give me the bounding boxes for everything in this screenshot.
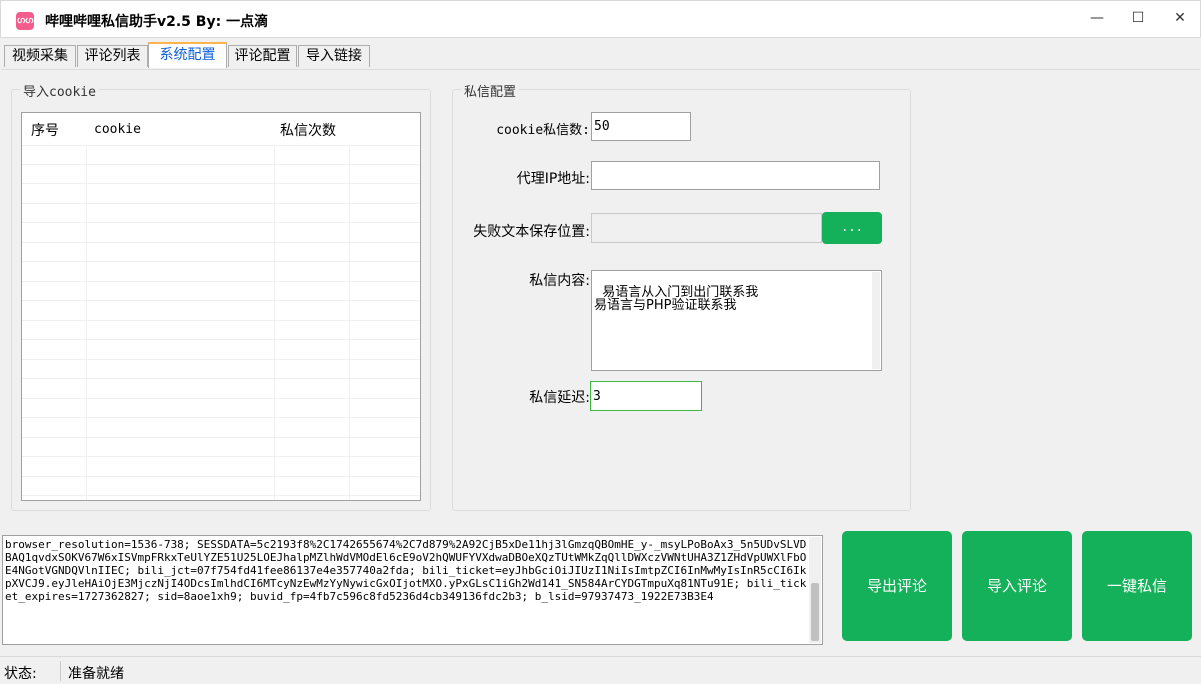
export-comments-button[interactable]: 导出评论 — [842, 531, 952, 641]
tab-system-config[interactable]: 系统配置 — [148, 42, 227, 68]
fail-path-input[interactable] — [591, 213, 822, 243]
tab-import-links[interactable]: 导入链接 — [298, 45, 370, 67]
cookie-list-grid — [22, 145, 420, 500]
fail-path-label: 失败文本保存位置: — [473, 224, 590, 240]
import-cookie-group-title: 导入cookie — [20, 81, 99, 100]
tab-strip: 视频采集 评论列表 系统配置 评论配置 导入链接 — [0, 38, 1201, 70]
cookie-list-header: 序号 cookie 私信次数 — [22, 113, 420, 145]
cookie-text: browser_resolution=1536-738; SESSDATA=5c… — [5, 538, 807, 603]
title-bar: ഗഗ 哔哩哔哩私信助手v2.5 By: 一点滴 — ☐ ✕ — [0, 0, 1201, 38]
maximize-button[interactable]: ☐ — [1115, 1, 1161, 37]
dm-config-group-title: 私信配置 — [461, 81, 520, 100]
dm-content-text: 易语言从入门到出门联系我 易语言与PHP验证联系我 — [594, 285, 759, 313]
cookie-scrollbar-thumb[interactable] — [811, 583, 819, 641]
tab-video-collect[interactable]: 视频采集 — [4, 45, 76, 67]
app-icon: ഗഗ — [16, 12, 34, 30]
tab-comment-list[interactable]: 评论列表 — [77, 45, 148, 67]
proxy-ip-input[interactable] — [591, 161, 880, 190]
column-dm-count[interactable]: 私信次数 — [280, 120, 336, 140]
dm-delay-input[interactable] — [590, 381, 702, 411]
status-bar: 状态: 准备就绪 — [0, 656, 1201, 684]
column-cookie[interactable]: cookie — [94, 122, 141, 137]
dm-content-scrollbar[interactable] — [872, 272, 880, 369]
status-separator — [60, 661, 61, 681]
column-index[interactable]: 序号 — [31, 120, 59, 140]
minimize-button[interactable]: — — [1074, 1, 1120, 37]
browse-button[interactable]: ... — [822, 212, 882, 244]
cookie-count-label: cookie私信数: — [496, 123, 590, 138]
dm-content-label: 私信内容: — [529, 273, 590, 289]
cookie-list[interactable]: 序号 cookie 私信次数 — [21, 112, 421, 501]
status-text: 准备就绪 — [68, 666, 124, 682]
cookie-textarea[interactable]: browser_resolution=1536-738; SESSDATA=5c… — [2, 535, 823, 645]
proxy-ip-label: 代理IP地址: — [516, 171, 590, 187]
import-comments-button[interactable]: 导入评论 — [962, 531, 1072, 641]
close-button[interactable]: ✕ — [1157, 1, 1201, 37]
window-title: 哔哩哔哩私信助手v2.5 By: 一点滴 — [45, 14, 269, 30]
cookie-scrollbar[interactable] — [809, 537, 821, 643]
dm-delay-label: 私信延迟: — [529, 390, 590, 406]
tab-comment-config[interactable]: 评论配置 — [228, 45, 297, 67]
status-label: 状态: — [4, 666, 37, 682]
one-click-dm-button[interactable]: 一键私信 — [1082, 531, 1192, 641]
dm-content-textarea[interactable]: 易语言从入门到出门联系我 易语言与PHP验证联系我 — [591, 270, 882, 371]
cookie-count-input[interactable] — [591, 112, 691, 141]
